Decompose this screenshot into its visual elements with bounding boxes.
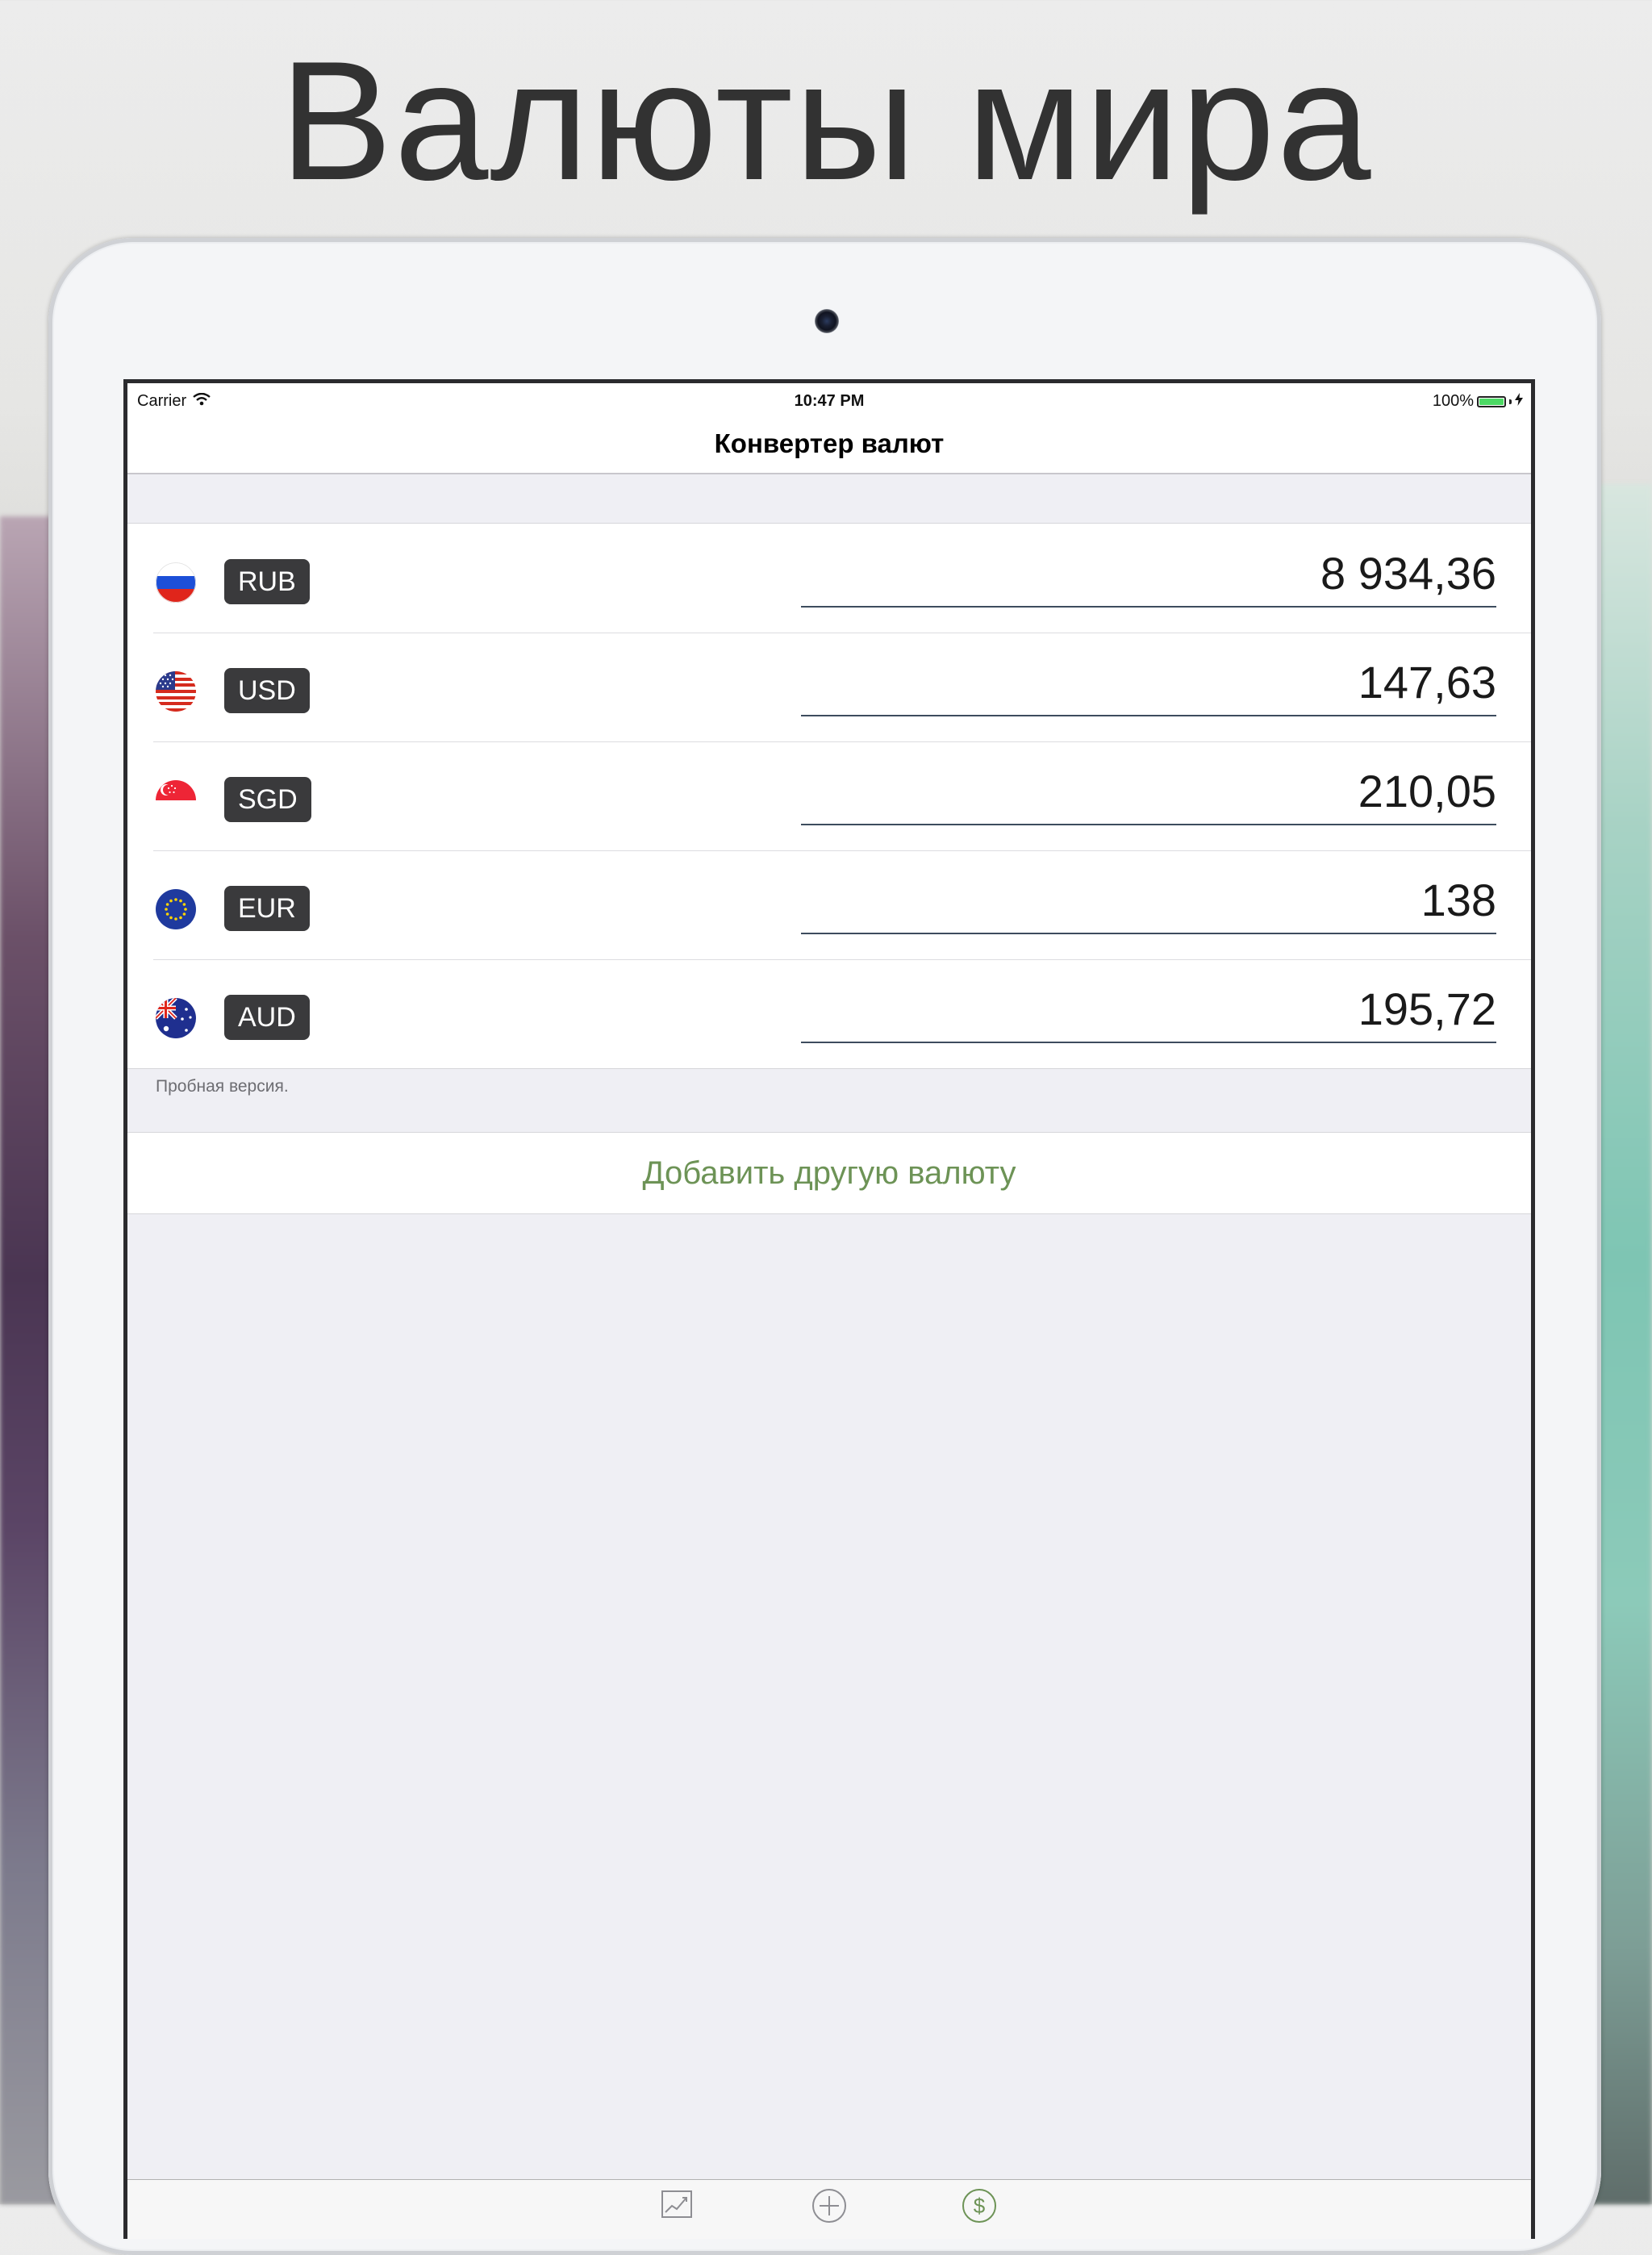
headline: Валюты мира bbox=[279, 26, 1373, 215]
charging-bolt-icon bbox=[1515, 392, 1523, 411]
status-bar: Carrier 10:47 PM 100% bbox=[127, 383, 1531, 416]
svg-text:$: $ bbox=[974, 2194, 986, 2218]
currency-row-sgd[interactable]: SGD 210,05 bbox=[127, 741, 1531, 850]
add-circle-icon bbox=[810, 2189, 849, 2228]
currency-code-badge[interactable]: RUB bbox=[224, 559, 310, 604]
trial-note: Пробная версия. bbox=[156, 1077, 289, 1096]
status-time: 10:47 PM bbox=[794, 392, 865, 410]
add-currency-label: Добавить другую валюту bbox=[642, 1155, 1016, 1191]
tab-chart[interactable] bbox=[657, 2186, 696, 2225]
currency-row-aud[interactable]: AUD 195,72 bbox=[127, 959, 1531, 1068]
singapore-flag-icon bbox=[156, 780, 196, 821]
tab-converter[interactable]: $ bbox=[960, 2186, 999, 2225]
page-title: Конвертер валют bbox=[714, 428, 945, 458]
amount-field[interactable]: 138 bbox=[801, 868, 1496, 934]
currency-code-badge[interactable]: USD bbox=[224, 668, 310, 713]
add-currency-button[interactable]: Добавить другую валюту bbox=[127, 1132, 1531, 1214]
currency-code-badge[interactable]: AUD bbox=[224, 995, 310, 1040]
amount-field[interactable]: 8 934,36 bbox=[801, 541, 1496, 608]
battery-icon bbox=[1477, 395, 1506, 407]
tab-bar: $ bbox=[127, 2179, 1531, 2239]
russia-flag-icon bbox=[156, 562, 196, 603]
currency-code-badge[interactable]: SGD bbox=[224, 777, 311, 822]
australia-flag-icon bbox=[156, 998, 196, 1038]
camera-icon bbox=[815, 309, 839, 333]
amount-field[interactable]: 210,05 bbox=[801, 759, 1496, 825]
amount-field[interactable]: 147,63 bbox=[801, 650, 1496, 716]
currency-list: RUB 8 934,36 USD 147,63 SGD 210,05 EUR 1… bbox=[127, 523, 1531, 1069]
currency-row-usd[interactable]: USD 147,63 bbox=[127, 633, 1531, 741]
app-screen: Carrier 10:47 PM 100% Конвертер валют RU… bbox=[123, 379, 1535, 2239]
currency-code-badge[interactable]: EUR bbox=[224, 886, 310, 931]
currency-row-eur[interactable]: EUR 138 bbox=[127, 850, 1531, 959]
battery-percent: 100% bbox=[1432, 392, 1474, 410]
chart-icon bbox=[657, 2190, 696, 2228]
tab-add[interactable] bbox=[810, 2186, 849, 2225]
dollar-circle-icon: $ bbox=[960, 2189, 999, 2228]
currency-row-rub[interactable]: RUB 8 934,36 bbox=[127, 524, 1531, 633]
battery-tip bbox=[1509, 399, 1512, 404]
amount-field[interactable]: 195,72 bbox=[801, 977, 1496, 1043]
eu-flag-icon bbox=[156, 889, 196, 929]
status-right: 100% bbox=[1433, 392, 1523, 411]
navigation-bar: Конвертер валют bbox=[127, 416, 1531, 474]
usa-flag-icon bbox=[156, 671, 196, 712]
